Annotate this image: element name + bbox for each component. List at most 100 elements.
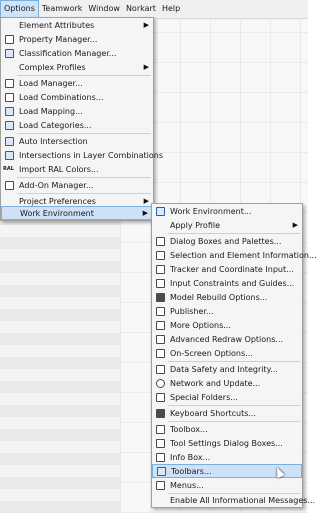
load-mapping-icon: [5, 107, 14, 116]
menu-item-label: Tracker and Coordinate Input...: [170, 265, 294, 274]
menu-item-apply-profile[interactable]: Apply Profile ▶: [152, 219, 302, 232]
special-folders-icon: [156, 393, 165, 402]
menu-item-publisher[interactable]: Publisher...: [152, 305, 302, 318]
menu-item-selection-info[interactable]: Selection and Element Information...: [152, 249, 317, 262]
menu-item-label: Input Constraints and Guides...: [170, 279, 295, 288]
menu-help[interactable]: Help: [159, 0, 183, 18]
menu-item-label: Element Attributes: [19, 21, 95, 30]
menu-item-label: Auto Intersection: [19, 137, 88, 146]
menu-item-label: Intersections in Layer Combinations: [19, 151, 164, 160]
menu-item-enable-messages[interactable]: Enable All Informational Messages...: [152, 494, 315, 507]
menu-norkart[interactable]: Norkart: [123, 0, 159, 18]
menu-item-label: Network and Update...: [170, 379, 261, 388]
toolbox-icon: [156, 425, 165, 434]
menu-item-label: Add-On Manager...: [19, 181, 94, 190]
menu-window[interactable]: Window: [85, 0, 123, 18]
menu-teamwork[interactable]: Teamwork: [39, 0, 86, 18]
menu-separator: [17, 177, 151, 178]
menu-item-label: Complex Profiles: [19, 63, 86, 72]
menu-separator: [168, 421, 300, 422]
menu-item-more-options[interactable]: More Options...: [152, 319, 302, 332]
menu-item-load-manager[interactable]: Load Manager...: [1, 77, 153, 90]
publisher-icon: [156, 307, 165, 316]
menu-item-input-constraints[interactable]: Input Constraints and Guides...: [152, 277, 302, 290]
menu-item-special-folders[interactable]: Special Folders...: [152, 391, 302, 404]
menu-item-label: On-Screen Options...: [170, 349, 253, 358]
menu-item-property-manager[interactable]: Property Manager...: [1, 33, 153, 46]
menu-item-label: Work Environment: [20, 209, 94, 218]
model-rebuild-icon: [156, 293, 165, 302]
menu-item-label: Dialog Boxes and Palettes...: [170, 237, 282, 246]
on-screen-options-icon: [156, 349, 165, 358]
menu-item-label: Info Box...: [170, 453, 211, 462]
network-icon: [156, 379, 165, 388]
menu-item-dialog-boxes[interactable]: Dialog Boxes and Palettes...: [152, 235, 302, 248]
addon-manager-icon: [5, 181, 14, 190]
submenu-arrow-icon: ▶: [143, 21, 149, 29]
menu-item-import-ral-colors[interactable]: RAL Import RAL Colors...: [1, 163, 153, 176]
menu-item-element-attributes[interactable]: Element Attributes ▶: [1, 19, 153, 32]
keyboard-shortcuts-icon: [156, 409, 165, 418]
menu-item-label: Selection and Element Information...: [170, 251, 317, 260]
submenu-arrow-icon: ▶: [143, 63, 149, 71]
submenu-arrow-icon: ▶: [292, 221, 298, 229]
menu-item-layer-intersections[interactable]: Intersections in Layer Combinations: [1, 149, 163, 162]
load-categories-icon: [5, 121, 14, 130]
menu-item-on-screen-options[interactable]: On-Screen Options...: [152, 347, 302, 360]
side-panel: [0, 220, 120, 513]
load-combinations-icon: [5, 93, 14, 102]
property-manager-icon: [5, 35, 14, 44]
menu-item-tracker[interactable]: Tracker and Coordinate Input...: [152, 263, 302, 276]
menu-item-keyboard-shortcuts[interactable]: Keyboard Shortcuts...: [152, 407, 302, 420]
data-safety-icon: [156, 365, 165, 374]
menu-item-label: Enable All Informational Messages...: [170, 496, 316, 505]
menu-item-toolbox[interactable]: Toolbox...: [152, 423, 302, 436]
info-box-icon: [156, 453, 165, 462]
menu-item-advanced-redraw[interactable]: Advanced Redraw Options...: [152, 333, 302, 346]
menu-separator: [17, 75, 151, 76]
menu-item-work-environment[interactable]: Work Environment ▶: [1, 206, 153, 220]
load-manager-icon: [5, 79, 14, 88]
menu-separator: [17, 193, 151, 194]
menu-item-label: Load Categories...: [19, 121, 92, 130]
menu-item-load-combinations[interactable]: Load Combinations...: [1, 91, 153, 104]
menu-item-label: Classification Manager...: [19, 49, 117, 58]
menu-item-auto-intersection[interactable]: Auto Intersection: [1, 135, 153, 148]
menu-item-model-rebuild[interactable]: Model Rebuild Options...: [152, 291, 302, 304]
submenu-arrow-icon: ▶: [142, 209, 148, 217]
menu-item-data-safety[interactable]: Data Safety and Integrity...: [152, 363, 302, 376]
menu-item-label: Keyboard Shortcuts...: [170, 409, 257, 418]
dialog-boxes-icon: [156, 237, 165, 246]
menu-item-label: Work Environment...: [170, 207, 252, 216]
menu-item-classification-manager[interactable]: Classification Manager...: [1, 47, 153, 60]
menu-item-menus[interactable]: Menus...: [152, 479, 302, 492]
menu-item-network[interactable]: Network and Update...: [152, 377, 302, 390]
menu-item-tool-settings[interactable]: Tool Settings Dialog Boxes...: [152, 437, 302, 450]
advanced-redraw-icon: [156, 335, 165, 344]
input-constraints-icon: [156, 279, 165, 288]
menu-item-label: Advanced Redraw Options...: [170, 335, 284, 344]
menu-item-label: Toolbox...: [170, 425, 208, 434]
menu-item-info-box[interactable]: Info Box...: [152, 451, 302, 464]
menu-item-addon-manager[interactable]: Add-On Manager...: [1, 179, 153, 192]
menu-item-load-categories[interactable]: Load Categories...: [1, 119, 153, 132]
toolbars-icon: [157, 467, 166, 476]
menu-item-complex-profiles[interactable]: Complex Profiles ▶: [1, 61, 153, 74]
options-menu: Element Attributes ▶ Property Manager...…: [0, 17, 163, 221]
menu-item-label: Data Safety and Integrity...: [170, 365, 278, 374]
menu-item-label: Load Manager...: [19, 79, 83, 88]
menu-item-label: More Options...: [170, 321, 231, 330]
menu-item-label: Load Mapping...: [19, 107, 83, 116]
menu-item-label: Model Rebuild Options...: [170, 293, 268, 302]
menu-separator: [17, 133, 151, 134]
menu-item-load-mapping[interactable]: Load Mapping...: [1, 105, 153, 118]
tracker-icon: [156, 265, 165, 274]
menu-item-work-environment-dialog[interactable]: Work Environment...: [152, 205, 302, 218]
menu-item-label: Toolbars...: [171, 467, 212, 476]
menu-options[interactable]: Options: [0, 0, 39, 18]
menu-item-label: Import RAL Colors...: [19, 165, 99, 174]
menu-item-label: Load Combinations...: [19, 93, 104, 102]
menu-item-label: Publisher...: [170, 307, 214, 316]
work-environment-icon: [156, 207, 165, 216]
menu-item-label: Tool Settings Dialog Boxes...: [170, 439, 283, 448]
